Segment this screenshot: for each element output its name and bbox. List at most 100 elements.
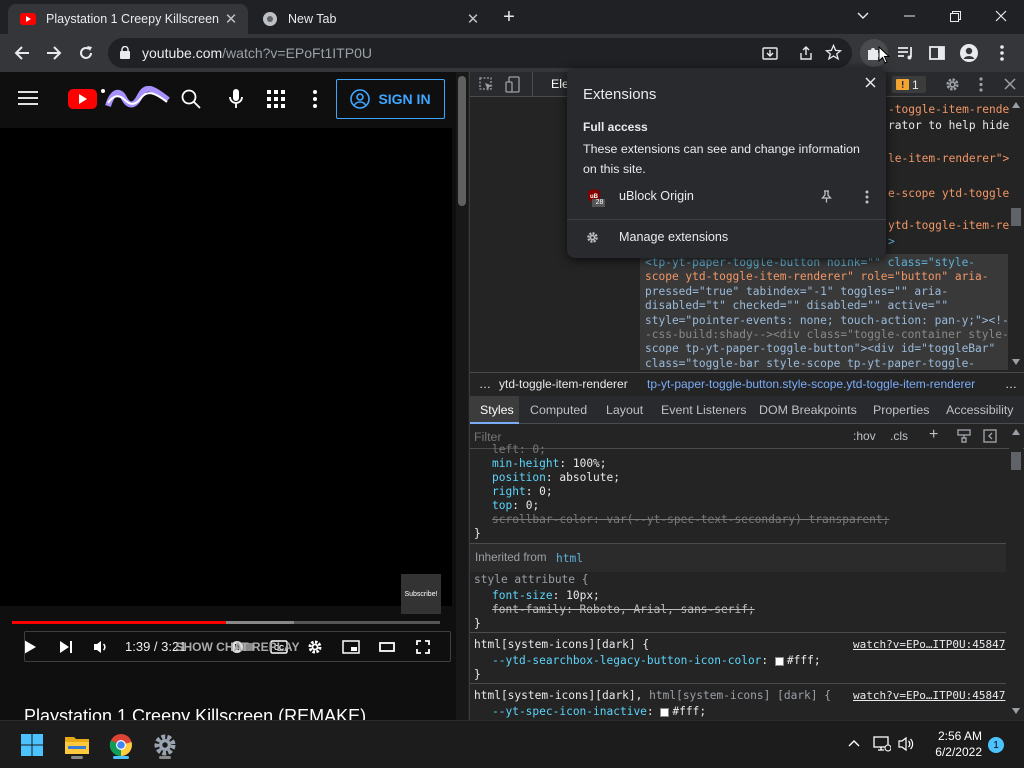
dom-line[interactable]: class="toggle-bar style-scope tp-yt-pape… [645,357,975,370]
dom-line[interactable]: pressed="true" tabindex="-1" toggles="" … [645,285,948,298]
scroll-up-icon[interactable] [1012,102,1020,108]
side-panel-button[interactable] [923,39,951,67]
dom-line[interactable]: ytd-toggle-item-re [888,219,1009,232]
scrollbar-thumb[interactable] [1011,208,1021,226]
source-link[interactable]: watch?v=EPo…ITP0U:45847 [853,638,1005,652]
share-icon[interactable] [798,45,814,61]
devtools-menu-icon[interactable] [979,77,983,92]
tab-accessibility[interactable]: Accessibility [946,403,1013,417]
css-selector[interactable]: html[system-icons][dark], html[system-ic… [474,689,831,703]
close-tab-icon[interactable]: ✕ [464,10,482,28]
new-style-rule-icon[interactable]: + [929,426,938,444]
dom-line[interactable]: scope tp-yt-paper-toggle-button"><div id… [645,342,995,355]
restore-button[interactable] [932,0,978,32]
dom-line[interactable]: style="pointer-events: none; touch-actio… [645,314,1009,327]
media-control-button[interactable] [892,39,920,67]
style-attribute-selector[interactable]: style attribute { [474,573,589,587]
css-selector[interactable]: html[system-icons][dark] { [474,638,649,652]
scrollbar-thumb[interactable] [458,76,466,206]
styles-scrollbar[interactable] [1009,424,1023,720]
dom-line[interactable]: e-scope ytd-toggle [888,187,1009,200]
css-declaration[interactable]: top: 0; [492,499,539,513]
elements-scrollbar[interactable] [1009,98,1023,370]
color-swatch[interactable] [660,707,670,717]
tab-new-tab[interactable]: New Tab ✕ [250,4,490,34]
close-window-button[interactable] [978,0,1024,32]
extension-row-ublock[interactable]: uB 28 uBlock Origin [567,186,886,208]
color-swatch[interactable] [774,656,784,666]
inspect-element-icon[interactable] [479,77,494,92]
video-player[interactable]: Subscribe! 1:39 / 3:21 CC [0,128,452,654]
hamburger-menu-button[interactable] [18,90,38,106]
tab-styles[interactable]: Styles [480,403,514,417]
class-toggle[interactable]: .cls [890,429,908,443]
css-declaration-overridden[interactable]: font-family: Roboto, Arial, sans-serif; [492,603,755,617]
notification-badge[interactable]: 1 [988,737,1004,753]
dom-line[interactable]: scope ytd-toggle-item-renderer" role="bu… [645,270,989,283]
tab-computed[interactable]: Computed [530,403,587,417]
star-icon[interactable] [825,44,842,61]
extension-menu-icon[interactable] [865,190,869,204]
css-declaration[interactable]: --ytd-searchbox-legacy-button-icon-color… [492,654,821,668]
scroll-down-icon[interactable] [1012,708,1020,714]
network-icon[interactable] [873,736,891,752]
tab-dom-breakpoints[interactable]: DOM Breakpoints [759,403,857,417]
hover-state-toggle[interactable]: :hov [853,429,876,443]
volume-icon[interactable] [898,736,916,752]
device-toolbar-icon[interactable] [505,76,520,93]
pin-icon[interactable] [821,190,832,203]
breadcrumb-item-current[interactable]: tp-yt-paper-toggle-button.style-scope.yt… [647,377,975,391]
dom-line[interactable]: disabled="t" checked="" disabled="" acti… [645,299,948,312]
tab-properties[interactable]: Properties [873,403,929,417]
close-tab-icon[interactable]: ✕ [222,10,240,28]
profile-button[interactable] [955,39,983,67]
back-button[interactable] [8,39,36,67]
chrome-taskbar-button[interactable] [103,729,139,761]
css-declaration[interactable]: left: 0; [492,443,546,457]
toggle-sidebar-icon[interactable] [983,429,997,443]
close-devtools-icon[interactable] [1004,78,1016,90]
dom-line[interactable]: -css-build:shady--><div class="toggle-co… [645,328,1009,341]
lock-icon[interactable] [120,46,130,59]
address-bar[interactable]: youtube.com/watch?v=EPoFt1ITP0U [108,38,852,68]
page-scrollbar[interactable] [456,72,468,720]
issues-counter[interactable]: 1 [892,76,926,93]
youtube-logo[interactable] [68,86,172,112]
scroll-down-icon[interactable] [1012,359,1020,365]
tab-youtube[interactable]: Playstation 1 Creepy Killscreen (R ✕ [8,4,248,34]
devtools-settings-icon[interactable] [945,77,960,92]
styles-pane[interactable]: left: 0; min-height: 100%; position: abs… [470,443,1006,720]
minimize-button[interactable] [886,0,932,32]
scrollbar-thumb[interactable] [1011,452,1021,470]
css-declaration[interactable]: font-size: 10px; [492,589,600,603]
css-declaration[interactable]: --yt-spec-icon-inactive: #fff; [492,705,706,719]
new-tab-button[interactable]: + [498,6,520,28]
install-app-icon[interactable] [762,45,778,61]
video-progress-bar[interactable] [12,621,440,624]
voice-search-button[interactable] [229,88,243,110]
tab-elements[interactable]: Ele [532,72,569,97]
tab-event-listeners[interactable]: Event Listeners [661,403,746,417]
chevron-up-icon[interactable] [848,739,860,747]
css-declaration[interactable]: right: 0; [492,485,553,499]
breadcrumb-more[interactable]: … [1005,377,1017,391]
forward-button[interactable] [40,39,68,67]
reload-button[interactable] [72,39,100,67]
css-declaration[interactable]: min-height: 100%; [492,457,607,471]
file-explorer-button[interactable] [59,729,95,761]
dom-line[interactable]: rator to help hide [888,119,1009,132]
scroll-up-icon[interactable] [1012,429,1020,435]
paint-roller-icon[interactable] [957,429,971,443]
show-chat-replay-button[interactable]: SHOW CHAT REPLAY [24,631,451,662]
subscribe-watermark[interactable]: Subscribe! [401,574,441,614]
settings-taskbar-button[interactable] [147,729,183,761]
tab-layout[interactable]: Layout [606,403,643,417]
manage-extensions-item[interactable]: Manage extensions [567,226,886,250]
start-button[interactable] [14,729,50,761]
inherited-element-link[interactable]: html [556,552,583,566]
css-declaration-overridden[interactable]: scrollbar-color: var(--yt-spec-text-seco… [492,513,889,527]
settings-menu-button[interactable] [313,90,317,108]
apps-button[interactable] [267,90,285,108]
tab-search-button[interactable] [840,0,886,32]
dom-line[interactable]: > [888,235,895,248]
